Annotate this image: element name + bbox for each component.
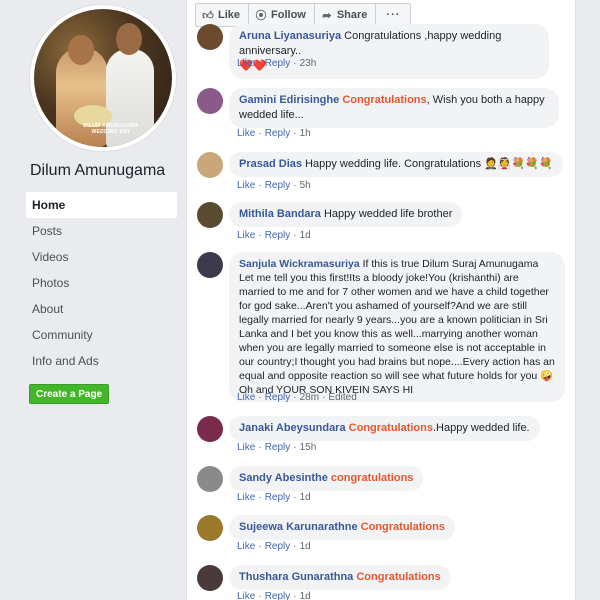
- comment-time[interactable]: 28m: [300, 392, 319, 403]
- comment-bubble: Prasad Dias Happy wedding life. Congratu…: [229, 152, 563, 177]
- wedding-photo: DILUM AMUNUGAMA WEDDING DAY: [34, 9, 172, 147]
- comment-highlight: Congratulations: [348, 422, 433, 434]
- comment-highlight: Congratulations: [342, 94, 427, 106]
- comment-bubble: Aruna Liyanasuriya Congratulations ,happ…: [229, 24, 549, 79]
- commenter-name[interactable]: Sandy Abesinthe: [239, 472, 328, 484]
- comment-reply-link[interactable]: Reply: [265, 442, 291, 453]
- comment-meta: Like · Reply · 1h: [237, 128, 311, 139]
- comment-bubble: Mithila Bandara Happy wedded life brothe…: [229, 202, 463, 227]
- comment-reply-link[interactable]: Reply: [265, 392, 291, 403]
- comment-meta: Like · Reply · 5h: [237, 180, 311, 191]
- comment-like-link[interactable]: Like: [237, 392, 255, 403]
- comment-bubble: Janaki Abeysundara Congratulations.Happy…: [229, 416, 540, 441]
- comment-meta: Like · Reply · 1d: [237, 230, 311, 241]
- comment-meta: Like · Reply · 15h: [237, 442, 317, 453]
- more-icon: ···: [386, 9, 401, 21]
- commenter-avatar[interactable]: [197, 466, 223, 492]
- comment-bubble: Sujeewa Karunarathne Congratulations: [229, 515, 455, 540]
- commenter-name[interactable]: Gamini Edirisinghe: [239, 94, 339, 106]
- comment-time[interactable]: 1d: [300, 492, 311, 503]
- commenter-name[interactable]: Mithila Bandara: [239, 208, 321, 220]
- comment-time[interactable]: 1d: [300, 541, 311, 552]
- commenter-avatar[interactable]: [197, 88, 223, 114]
- page-nav: Home Posts Videos Photos About Community…: [26, 192, 177, 374]
- share-arrow-icon: ➦: [322, 9, 332, 22]
- nav-item-videos[interactable]: Videos: [26, 244, 177, 270]
- commenter-name[interactable]: Prasad Dias: [239, 158, 302, 170]
- commenter-avatar[interactable]: [197, 24, 223, 50]
- comment-like-link[interactable]: Like: [237, 180, 255, 191]
- comment-like-link[interactable]: Like: [237, 58, 255, 69]
- edited-label[interactable]: Edited: [328, 392, 356, 403]
- comment-bubble: Sandy Abesinthe congratulations: [229, 466, 424, 491]
- comment-text: Happy wedded life brother: [323, 208, 453, 220]
- comment-reply-link[interactable]: Reply: [265, 230, 291, 241]
- comment-highlight: congratulations: [330, 472, 414, 484]
- comment-highlight: Congratulations: [360, 521, 445, 533]
- nav-item-info-and-ads[interactable]: Info and Ads: [26, 348, 177, 374]
- commenter-name[interactable]: Sanjula Wickramasuriya: [239, 258, 360, 270]
- comment-time[interactable]: 1h: [300, 128, 311, 139]
- comment-time[interactable]: 15h: [300, 442, 317, 453]
- comment-like-link[interactable]: Like: [237, 591, 255, 600]
- comment-meta: Like · Reply · 23h: [237, 58, 317, 69]
- post-feed: 👍︎ Like ⦿ Follow ➦ Share ··· Aruna Liyan…: [186, 0, 576, 600]
- comment-reply-link[interactable]: Reply: [265, 180, 291, 191]
- commenter-name[interactable]: Janaki Abeysundara: [239, 422, 346, 434]
- commenter-avatar[interactable]: [197, 416, 223, 442]
- commenter-avatar[interactable]: [197, 152, 223, 178]
- comment-bubble: Thushara Gunarathna Congratulations: [229, 565, 451, 590]
- comment-meta: Like · Reply · 28m · Edited: [237, 392, 357, 403]
- nav-item-posts[interactable]: Posts: [26, 218, 177, 244]
- comment-reply-link[interactable]: Reply: [265, 58, 291, 69]
- comment-meta: Like · Reply · 1d: [237, 541, 311, 552]
- comment-like-link[interactable]: Like: [237, 230, 255, 241]
- nav-item-home[interactable]: Home: [26, 192, 177, 218]
- nav-item-about[interactable]: About: [26, 296, 177, 322]
- comment-like-link[interactable]: Like: [237, 128, 255, 139]
- comment-meta: Like · Reply · 1d: [237, 492, 311, 503]
- comment-emoji: 🤪: [540, 370, 554, 382]
- commenter-avatar[interactable]: [197, 252, 223, 278]
- thumbs-up-icon: 👍︎: [202, 9, 214, 22]
- nav-item-photos[interactable]: Photos: [26, 270, 177, 296]
- commenter-name[interactable]: Thushara Gunarathna: [239, 571, 353, 583]
- comment-meta: Like · Reply · 1d: [237, 591, 311, 600]
- comment-emoji: 🤵👰💐💐💐: [484, 158, 553, 170]
- comment-like-link[interactable]: Like: [237, 442, 255, 453]
- comment-time[interactable]: 1d: [300, 230, 311, 241]
- commenter-name[interactable]: Aruna Liyanasuriya: [239, 30, 341, 42]
- comment-text: If this is true Dilum Suraj Amunugama Le…: [239, 258, 555, 382]
- comment-reply-link[interactable]: Reply: [265, 541, 291, 552]
- rss-icon: ⦿: [255, 10, 267, 22]
- comment-time[interactable]: 23h: [300, 58, 317, 69]
- create-page-button[interactable]: Create a Page: [29, 384, 110, 404]
- commenter-avatar[interactable]: [197, 515, 223, 541]
- commenter-name[interactable]: Sujeewa Karunarathne: [239, 521, 358, 533]
- comment-like-link[interactable]: Like: [237, 492, 255, 503]
- left-column: DILUM AMUNUGAMA WEDDING DAY Dilum Amunug…: [0, 0, 186, 600]
- commenter-avatar[interactable]: [197, 565, 223, 591]
- comment-reply-link[interactable]: Reply: [265, 128, 291, 139]
- commenter-avatar[interactable]: [197, 202, 223, 228]
- nav-item-community[interactable]: Community: [26, 322, 177, 348]
- page-name[interactable]: Dilum Amunugama: [30, 162, 165, 180]
- comment-text: Happy wedding life. Congratulations: [305, 158, 482, 170]
- comment-reply-link[interactable]: Reply: [265, 591, 291, 600]
- comment-bubble: Gamini Edirisinghe Congratulations, Wish…: [229, 88, 559, 128]
- comment-bubble: Sanjula Wickramasuriya If this is true D…: [229, 252, 565, 402]
- page-profile-picture[interactable]: DILUM AMUNUGAMA WEDDING DAY: [30, 5, 176, 151]
- photo-caption: DILUM AMUNUGAMA WEDDING DAY: [83, 123, 139, 135]
- comment-time[interactable]: 1d: [300, 591, 311, 600]
- comment-time[interactable]: 5h: [300, 180, 311, 191]
- comment-text: .Happy wedded life.: [433, 422, 530, 434]
- comment-reply-link[interactable]: Reply: [265, 492, 291, 503]
- comment-like-link[interactable]: Like: [237, 541, 255, 552]
- comment-highlight: Congratulations: [356, 571, 441, 583]
